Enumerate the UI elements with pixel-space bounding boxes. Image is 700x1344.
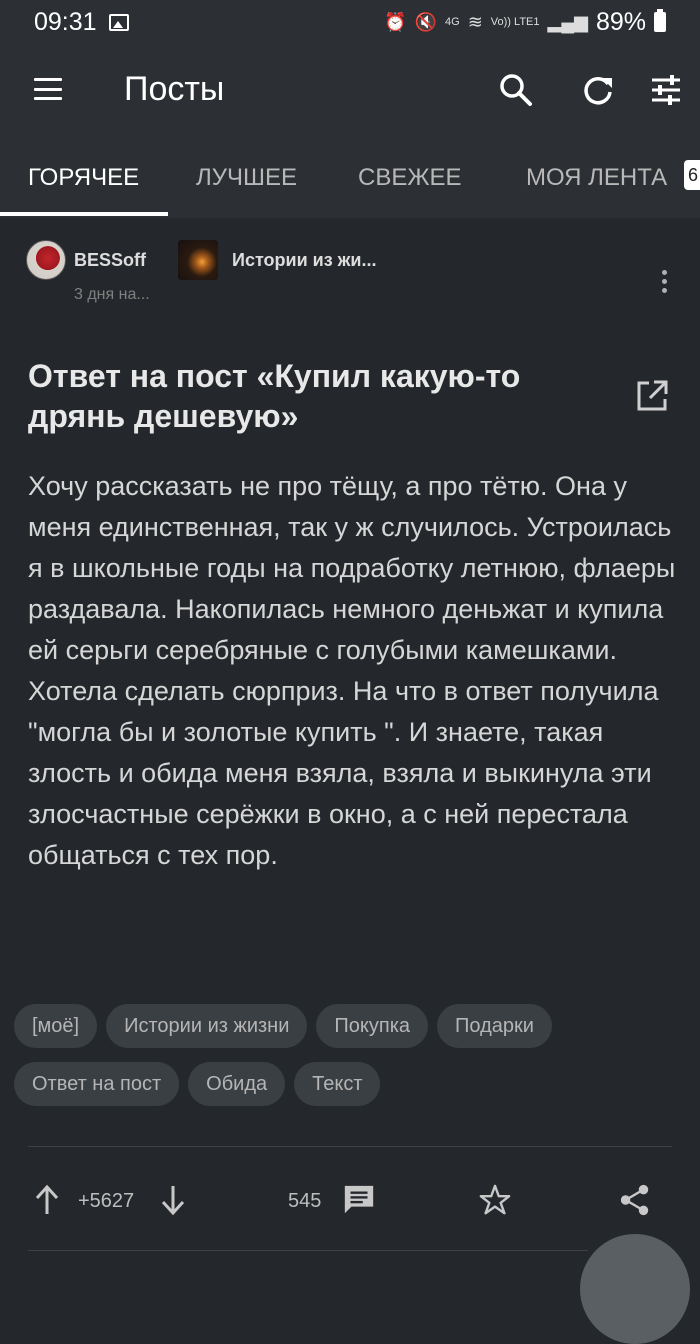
tag-chip[interactable]: [моё]: [14, 1004, 98, 1048]
floating-action-button[interactable]: [580, 1234, 690, 1344]
tag-list: [моё] Истории из жизни Покупка Подарки Ответ…: [14, 1004, 694, 1120]
network-type: 4G: [445, 15, 460, 28]
upvote-arrow-icon[interactable]: [30, 1182, 64, 1218]
page-title: Посты: [124, 70, 225, 108]
tag-chip[interactable]: Покупка: [316, 1004, 429, 1048]
divider: [28, 1146, 672, 1147]
post-actions: +5627 545: [0, 1170, 700, 1230]
active-tab-indicator: [0, 212, 168, 216]
tab-best[interactable]: ЛУЧШЕЕ: [196, 164, 297, 192]
app-bar: Посты: [0, 44, 700, 140]
post-header: BESSoff 3 дня на... Истории из жи...: [26, 238, 686, 308]
post-time: 3 дня на...: [74, 286, 150, 303]
alarm-icon: ⏰: [384, 11, 407, 32]
search-icon[interactable]: [498, 72, 534, 108]
tag-chip[interactable]: Текст: [294, 1062, 381, 1106]
downvote-arrow-icon[interactable]: [156, 1182, 190, 1218]
mute-icon: 🔇: [414, 11, 437, 32]
tag-chip[interactable]: Подарки: [437, 1004, 552, 1048]
status-time: 09:31: [34, 7, 97, 36]
tab-fresh[interactable]: СВЕЖЕЕ: [358, 164, 462, 192]
rating-count: +5627: [78, 1190, 135, 1212]
comments-count: 545: [288, 1190, 322, 1212]
save-star-icon[interactable]: [478, 1182, 512, 1218]
tab-hot[interactable]: ГОРЯЧЕЕ: [28, 164, 139, 192]
post-body: Хочу рассказать не про тёщу, а про тётю.…: [28, 471, 676, 870]
status-bar: 09:31 ⏰ 🔇 4G ≋ Vo)) LTE1 ▂▄▆ 89%: [0, 0, 700, 44]
post-title[interactable]: Ответ на пост «Купил какую-то дрянь деше…: [28, 356, 608, 436]
author-avatar[interactable]: [26, 240, 66, 280]
signal-icon: ▂▄▆: [547, 11, 588, 32]
image-notification-icon: [108, 13, 129, 31]
author-name[interactable]: BESSoff: [74, 250, 146, 271]
divider: [28, 1250, 588, 1251]
share-icon[interactable]: [618, 1182, 652, 1218]
comments-icon[interactable]: [342, 1182, 376, 1218]
open-external-icon[interactable]: [634, 378, 670, 414]
feed-tabs: ГОРЯЧЕЕ ЛУЧШЕЕ СВЕЖЕЕ МОЯ ЛЕНТА: [0, 140, 700, 218]
community-name[interactable]: Истории из жи...: [232, 250, 377, 271]
battery-percent: 89%: [595, 7, 646, 36]
tab-badge: 6: [684, 160, 700, 190]
tag-chip[interactable]: Истории из жизни: [106, 1004, 308, 1048]
battery-icon: [654, 9, 666, 32]
refresh-icon[interactable]: [580, 72, 616, 108]
tag-chip[interactable]: Ответ на пост: [14, 1062, 180, 1106]
more-options-icon[interactable]: [658, 270, 670, 298]
menu-icon[interactable]: [34, 78, 62, 100]
tag-chip[interactable]: Обида: [188, 1062, 286, 1106]
community-avatar[interactable]: [178, 240, 218, 280]
filter-sliders-icon[interactable]: [648, 72, 684, 108]
status-icons: ⏰ 🔇 4G ≋ Vo)) LTE1 ▂▄▆ 89%: [384, 8, 666, 37]
wifi-icon: ≋: [467, 11, 483, 32]
tab-my-feed[interactable]: МОЯ ЛЕНТА: [526, 164, 667, 192]
volte-indicator: Vo)) LTE1: [490, 15, 540, 28]
